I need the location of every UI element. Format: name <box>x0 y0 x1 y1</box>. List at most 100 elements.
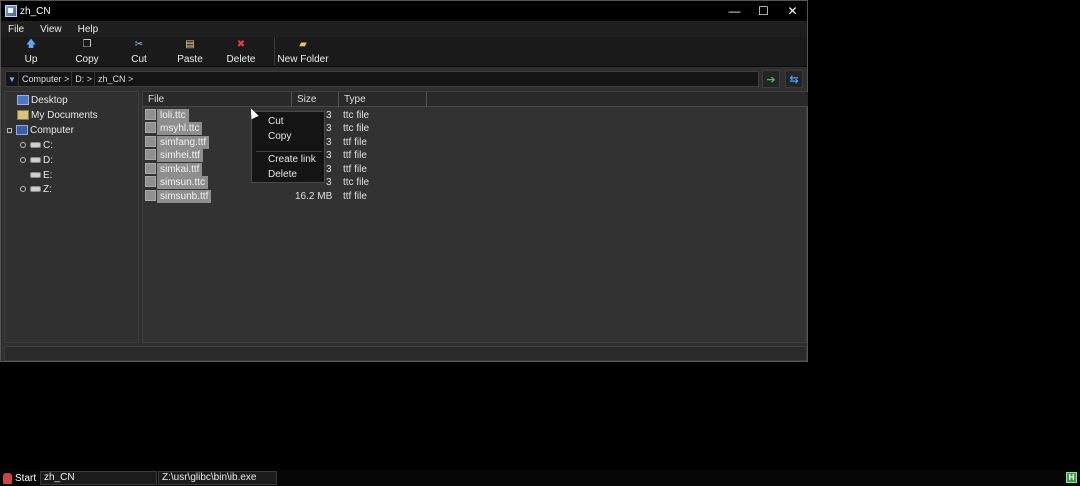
taskbar: Start zh_CN Z:\usr\glibc\bin\ib.exe H <box>0 470 1080 486</box>
file-size: 3 <box>326 177 332 188</box>
documents-icon <box>17 110 29 120</box>
tree-item-drive-z[interactable]: Z: <box>20 182 52 196</box>
file-size: 3 <box>326 137 332 148</box>
context-menu-create-link[interactable]: Create link <box>268 154 316 165</box>
new-folder-button[interactable]: ▰ New Folder <box>275 37 331 65</box>
title-bar[interactable]: zh_CN — ☐ ✕ <box>1 1 807 21</box>
file-size: 3 <box>326 110 332 121</box>
start-button[interactable]: Start <box>0 472 40 484</box>
go-arrow-icon: ➔ <box>766 73 776 86</box>
file-name: simfang.ttf <box>157 136 210 149</box>
delete-button-label: Delete <box>226 54 256 65</box>
copy-button[interactable]: ❐ Copy <box>61 37 113 65</box>
window-title: zh_CN <box>20 5 51 17</box>
paste-button[interactable]: ▤ Paste <box>165 37 215 65</box>
table-row[interactable]: msyhl.ttc 3 ttc file <box>143 122 808 135</box>
file-type: ttc file <box>343 110 370 121</box>
file-icon <box>145 163 156 174</box>
drive-icon <box>30 157 41 163</box>
context-menu-delete[interactable]: Delete <box>268 169 297 180</box>
history-dropdown-icon[interactable]: ▼ <box>6 72 18 86</box>
file-icon <box>145 122 156 133</box>
menu-help[interactable]: Help <box>70 24 107 35</box>
file-type: ttf file <box>343 164 367 175</box>
file-type: ttc file <box>343 123 370 134</box>
context-menu-copy[interactable]: Copy <box>268 131 291 142</box>
tree-item-drive-e[interactable]: E: <box>30 168 52 182</box>
refresh-button[interactable]: ⇆ <box>785 70 803 88</box>
column-headers: File Size Type <box>143 92 808 107</box>
address-bar[interactable]: ▼ Computer > D: > zh_CN > <box>5 71 759 87</box>
column-header-type[interactable]: Type <box>339 92 427 107</box>
context-menu: Cut Copy Create link Delete <box>251 111 325 183</box>
tray-h-icon[interactable]: H <box>1066 472 1077 483</box>
column-header-file[interactable]: File <box>143 92 292 107</box>
delete-button[interactable]: ✖ Delete <box>215 37 267 65</box>
file-name: simsun.ttc <box>157 176 209 189</box>
breadcrumb-d-drive[interactable]: D: > <box>71 72 94 86</box>
start-icon <box>3 472 12 484</box>
up-button[interactable]: 🡅 Up <box>1 37 61 65</box>
expand-toggle-icon[interactable] <box>20 186 26 192</box>
refresh-icon: ⇆ <box>789 73 799 86</box>
taskbar-item-zh-cn[interactable]: zh_CN <box>40 471 157 485</box>
file-name: simkai.ttf <box>157 163 203 176</box>
go-button[interactable]: ➔ <box>762 70 780 88</box>
expand-toggle-icon[interactable] <box>20 157 26 163</box>
column-header-size[interactable]: Size <box>292 92 339 107</box>
collapse-toggle-icon[interactable] <box>7 127 12 133</box>
drive-icon <box>30 172 41 178</box>
paste-icon: ▤ <box>185 39 195 50</box>
table-row[interactable]: simhei.ttf 3 ttf file <box>143 149 808 162</box>
breadcrumb-computer[interactable]: Computer > <box>18 72 71 86</box>
app-icon <box>5 5 17 17</box>
file-icon <box>145 149 156 160</box>
menu-view[interactable]: View <box>32 24 70 35</box>
desktop-icon <box>17 95 29 105</box>
table-row[interactable]: simkai.ttf 3 ttf file <box>143 163 808 176</box>
table-row[interactable]: simfang.ttf 3 ttf file <box>143 136 808 149</box>
computer-icon <box>16 125 28 135</box>
breadcrumb-zh-cn[interactable]: zh_CN > <box>94 72 135 86</box>
file-name: simhei.ttf <box>157 149 204 162</box>
file-type: ttf file <box>343 150 367 161</box>
table-row[interactable]: simsun.ttc 3 ttc file <box>143 176 808 189</box>
minimize-button[interactable]: — <box>720 1 749 21</box>
file-name: msyhl.ttc <box>157 122 203 135</box>
tree-label-documents: My Documents <box>31 109 98 121</box>
context-menu-separator <box>256 151 322 152</box>
drive-icon <box>30 142 41 148</box>
file-size: 3 <box>326 123 332 134</box>
file-icon <box>145 109 156 120</box>
table-row[interactable]: loli.ttc 3 ttc file <box>143 109 808 122</box>
file-type: ttf file <box>343 191 367 202</box>
scissors-icon: ✂ <box>134 39 144 50</box>
context-menu-cut[interactable]: Cut <box>268 116 284 127</box>
delete-icon: ✖ <box>236 39 246 50</box>
tree-label-desktop: Desktop <box>31 94 68 106</box>
file-icon <box>145 176 156 187</box>
folder-tree: Desktop My Documents Computer C: D: E: Z… <box>4 91 139 343</box>
expand-toggle-icon[interactable] <box>20 142 26 148</box>
tree-label-drive: C: <box>43 139 53 151</box>
tree-item-drive-c[interactable]: C: <box>20 138 53 152</box>
cut-button[interactable]: ✂ Cut <box>113 37 165 65</box>
taskbar-item-ib-exe[interactable]: Z:\usr\glibc\bin\ib.exe <box>158 471 277 485</box>
copy-button-label: Copy <box>75 54 99 65</box>
table-row[interactable]: simsunb.ttf 16.2 MB ttf file <box>143 190 808 203</box>
file-list: File Size Type loli.ttc 3 ttc file msyhl… <box>142 91 808 343</box>
tree-item-desktop[interactable]: Desktop <box>17 93 68 107</box>
up-arrow-icon: 🡅 <box>25 39 37 50</box>
up-button-label: Up <box>24 54 38 65</box>
file-icon <box>145 190 156 201</box>
tree-item-my-documents[interactable]: My Documents <box>17 108 98 122</box>
copy-icon: ❐ <box>82 39 92 50</box>
cut-button-label: Cut <box>131 54 147 65</box>
tree-item-drive-d[interactable]: D: <box>20 153 53 167</box>
tree-item-computer[interactable]: Computer <box>7 123 74 137</box>
menu-file[interactable]: File <box>1 24 32 35</box>
file-size: 3 <box>326 164 332 175</box>
close-button[interactable]: ✕ <box>778 1 807 21</box>
maximize-button[interactable]: ☐ <box>749 1 778 21</box>
tree-label-drive: E: <box>43 169 53 181</box>
